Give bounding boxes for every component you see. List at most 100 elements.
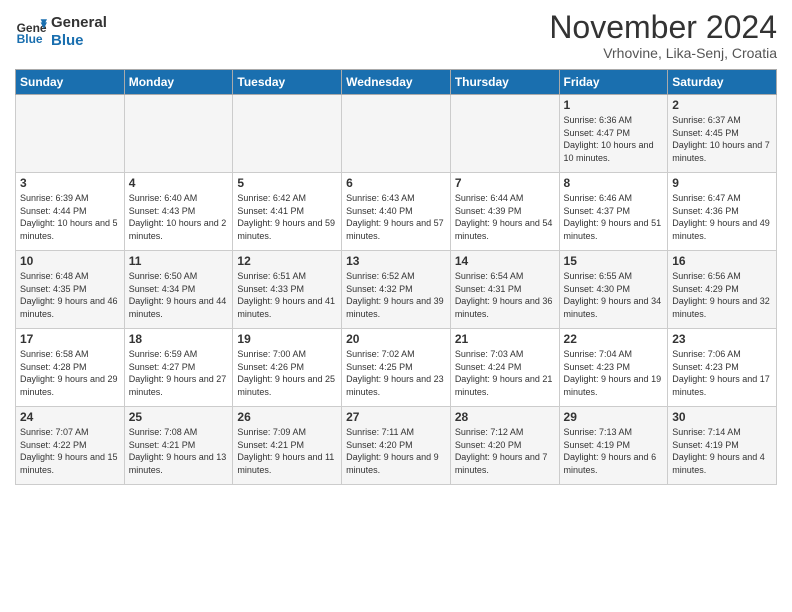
day-info: Sunrise: 7:12 AM Sunset: 4:20 PM Dayligh…	[455, 426, 555, 476]
day-info: Sunrise: 6:55 AM Sunset: 4:30 PM Dayligh…	[564, 270, 664, 320]
location-subtitle: Vrhovine, Lika-Senj, Croatia	[549, 45, 777, 61]
day-info: Sunrise: 6:50 AM Sunset: 4:34 PM Dayligh…	[129, 270, 229, 320]
table-row: 5Sunrise: 6:42 AM Sunset: 4:41 PM Daylig…	[233, 173, 342, 251]
day-number: 23	[672, 332, 772, 346]
table-row: 27Sunrise: 7:11 AM Sunset: 4:20 PM Dayli…	[342, 407, 451, 485]
calendar-header-row: Sunday Monday Tuesday Wednesday Thursday…	[16, 70, 777, 95]
day-number: 4	[129, 176, 229, 190]
day-info: Sunrise: 6:46 AM Sunset: 4:37 PM Dayligh…	[564, 192, 664, 242]
table-row: 19 Sunrise: 7:00 AM Sunset: 4:26 PM Dayli…	[233, 329, 342, 407]
day-number: 24	[20, 410, 120, 424]
day-info: Sunrise: 6:37 AM Sunset: 4:45 PM Dayligh…	[672, 114, 772, 164]
table-row: 9 Sunrise: 6:47 AM Sunset: 4:36 PM Daylig…	[668, 173, 777, 251]
calendar-week-row: 17Sunrise: 6:58 AM Sunset: 4:28 PM Dayli…	[16, 329, 777, 407]
table-row: 10 Sunrise: 6:48 AM Sunset: 4:35 PM Dayli…	[16, 251, 125, 329]
table-row: 13 Sunrise: 6:52 AM Sunset: 4:32 PM Dayli…	[342, 251, 451, 329]
table-row: 23 Sunrise: 7:06 AM Sunset: 4:23 PM Dayli…	[668, 329, 777, 407]
day-number: 15	[564, 254, 664, 268]
day-number: 21	[455, 332, 555, 346]
day-info: Sunrise: 6:43 AM Sunset: 4:40 PM Dayligh…	[346, 192, 446, 242]
day-info: Sunrise: 7:09 AM Sunset: 4:21 PM Dayligh…	[237, 426, 337, 476]
day-info: Sunrise: 6:54 AM Sunset: 4:31 PM Dayligh…	[455, 270, 555, 320]
day-number: 30	[672, 410, 772, 424]
day-info: Sunrise: 6:48 AM Sunset: 4:35 PM Dayligh…	[20, 270, 120, 320]
col-monday: Monday	[124, 70, 233, 95]
table-row: 16Sunrise: 6:56 AM Sunset: 4:29 PM Dayli…	[668, 251, 777, 329]
calendar-week-row: 1 Sunrise: 6:36 AM Sunset: 4:47 PM Daylig…	[16, 95, 777, 173]
day-info: Sunrise: 6:59 AM Sunset: 4:27 PM Dayligh…	[129, 348, 229, 398]
table-row: 4 Sunrise: 6:40 AM Sunset: 4:43 PM Daylig…	[124, 173, 233, 251]
table-row: 28 Sunrise: 7:12 AM Sunset: 4:20 PM Dayli…	[450, 407, 559, 485]
day-info: Sunrise: 6:36 AM Sunset: 4:47 PM Dayligh…	[564, 114, 664, 164]
month-title: November 2024	[549, 10, 777, 45]
day-info: Sunrise: 7:02 AM Sunset: 4:25 PM Dayligh…	[346, 348, 446, 398]
day-info: Sunrise: 6:40 AM Sunset: 4:43 PM Dayligh…	[129, 192, 229, 242]
day-number: 25	[129, 410, 229, 424]
table-row: 12 Sunrise: 6:51 AM Sunset: 4:33 PM Dayli…	[233, 251, 342, 329]
day-number: 10	[20, 254, 120, 268]
day-number: 18	[129, 332, 229, 346]
table-row: 3 Sunrise: 6:39 AM Sunset: 4:44 PM Daylig…	[16, 173, 125, 251]
table-row: 18 Sunrise: 6:59 AM Sunset: 4:27 PM Dayli…	[124, 329, 233, 407]
col-thursday: Thursday	[450, 70, 559, 95]
table-row: 26Sunrise: 7:09 AM Sunset: 4:21 PM Dayli…	[233, 407, 342, 485]
table-row: 21 Sunrise: 7:03 AM Sunset: 4:24 PM Dayli…	[450, 329, 559, 407]
day-number: 22	[564, 332, 664, 346]
day-info: Sunrise: 6:42 AM Sunset: 4:41 PM Dayligh…	[237, 192, 337, 242]
day-info: Sunrise: 7:08 AM Sunset: 4:21 PM Dayligh…	[129, 426, 229, 476]
day-info: Sunrise: 7:11 AM Sunset: 4:20 PM Dayligh…	[346, 426, 446, 476]
day-info: Sunrise: 6:51 AM Sunset: 4:33 PM Dayligh…	[237, 270, 337, 320]
calendar-week-row: 24 Sunrise: 7:07 AM Sunset: 4:22 PM Dayli…	[16, 407, 777, 485]
table-row: 29 Sunrise: 7:13 AM Sunset: 4:19 PM Dayli…	[559, 407, 668, 485]
table-row: 2 Sunrise: 6:37 AM Sunset: 4:45 PM Daylig…	[668, 95, 777, 173]
logo: General Blue General Blue	[15, 14, 107, 50]
day-info: Sunrise: 7:13 AM Sunset: 4:19 PM Dayligh…	[564, 426, 664, 476]
day-info: Sunrise: 7:06 AM Sunset: 4:23 PM Dayligh…	[672, 348, 772, 398]
table-row: 8 Sunrise: 6:46 AM Sunset: 4:37 PM Daylig…	[559, 173, 668, 251]
day-number: 29	[564, 410, 664, 424]
day-number: 14	[455, 254, 555, 268]
day-number: 12	[237, 254, 337, 268]
day-info: Sunrise: 7:00 AM Sunset: 4:26 PM Dayligh…	[237, 348, 337, 398]
day-number: 9	[672, 176, 772, 190]
logo-icon: General Blue	[15, 16, 47, 48]
day-number: 7	[455, 176, 555, 190]
page-container: General Blue General Blue November 2024 …	[0, 0, 792, 495]
day-info: Sunrise: 6:52 AM Sunset: 4:32 PM Dayligh…	[346, 270, 446, 320]
table-row: 30 Sunrise: 7:14 AM Sunset: 4:19 PM Dayli…	[668, 407, 777, 485]
day-number: 2	[672, 98, 772, 112]
table-row: 1 Sunrise: 6:36 AM Sunset: 4:47 PM Daylig…	[559, 95, 668, 173]
day-number: 16	[672, 254, 772, 268]
table-row	[233, 95, 342, 173]
table-row: 15 Sunrise: 6:55 AM Sunset: 4:30 PM Dayli…	[559, 251, 668, 329]
day-number: 19	[237, 332, 337, 346]
table-row: 11Sunrise: 6:50 AM Sunset: 4:34 PM Dayli…	[124, 251, 233, 329]
table-row: 7Sunrise: 6:44 AM Sunset: 4:39 PM Daylig…	[450, 173, 559, 251]
col-tuesday: Tuesday	[233, 70, 342, 95]
day-info: Sunrise: 6:58 AM Sunset: 4:28 PM Dayligh…	[20, 348, 120, 398]
table-row: 25 Sunrise: 7:08 AM Sunset: 4:21 PM Dayli…	[124, 407, 233, 485]
day-info: Sunrise: 7:14 AM Sunset: 4:19 PM Dayligh…	[672, 426, 772, 476]
col-sunday: Sunday	[16, 70, 125, 95]
day-number: 8	[564, 176, 664, 190]
table-row: 22 Sunrise: 7:04 AM Sunset: 4:23 PM Dayli…	[559, 329, 668, 407]
table-row: 17Sunrise: 6:58 AM Sunset: 4:28 PM Dayli…	[16, 329, 125, 407]
day-number: 13	[346, 254, 446, 268]
day-number: 28	[455, 410, 555, 424]
table-row	[124, 95, 233, 173]
day-info: Sunrise: 7:03 AM Sunset: 4:24 PM Dayligh…	[455, 348, 555, 398]
logo-text: General Blue	[51, 14, 107, 50]
day-number: 1	[564, 98, 664, 112]
day-info: Sunrise: 6:39 AM Sunset: 4:44 PM Dayligh…	[20, 192, 120, 242]
day-info: Sunrise: 7:07 AM Sunset: 4:22 PM Dayligh…	[20, 426, 120, 476]
day-number: 3	[20, 176, 120, 190]
calendar-table: Sunday Monday Tuesday Wednesday Thursday…	[15, 69, 777, 485]
table-row	[342, 95, 451, 173]
day-info: Sunrise: 6:47 AM Sunset: 4:36 PM Dayligh…	[672, 192, 772, 242]
table-row: 20Sunrise: 7:02 AM Sunset: 4:25 PM Dayli…	[342, 329, 451, 407]
day-info: Sunrise: 7:04 AM Sunset: 4:23 PM Dayligh…	[564, 348, 664, 398]
table-row	[16, 95, 125, 173]
calendar-week-row: 3 Sunrise: 6:39 AM Sunset: 4:44 PM Daylig…	[16, 173, 777, 251]
col-saturday: Saturday	[668, 70, 777, 95]
table-row: 24 Sunrise: 7:07 AM Sunset: 4:22 PM Dayli…	[16, 407, 125, 485]
